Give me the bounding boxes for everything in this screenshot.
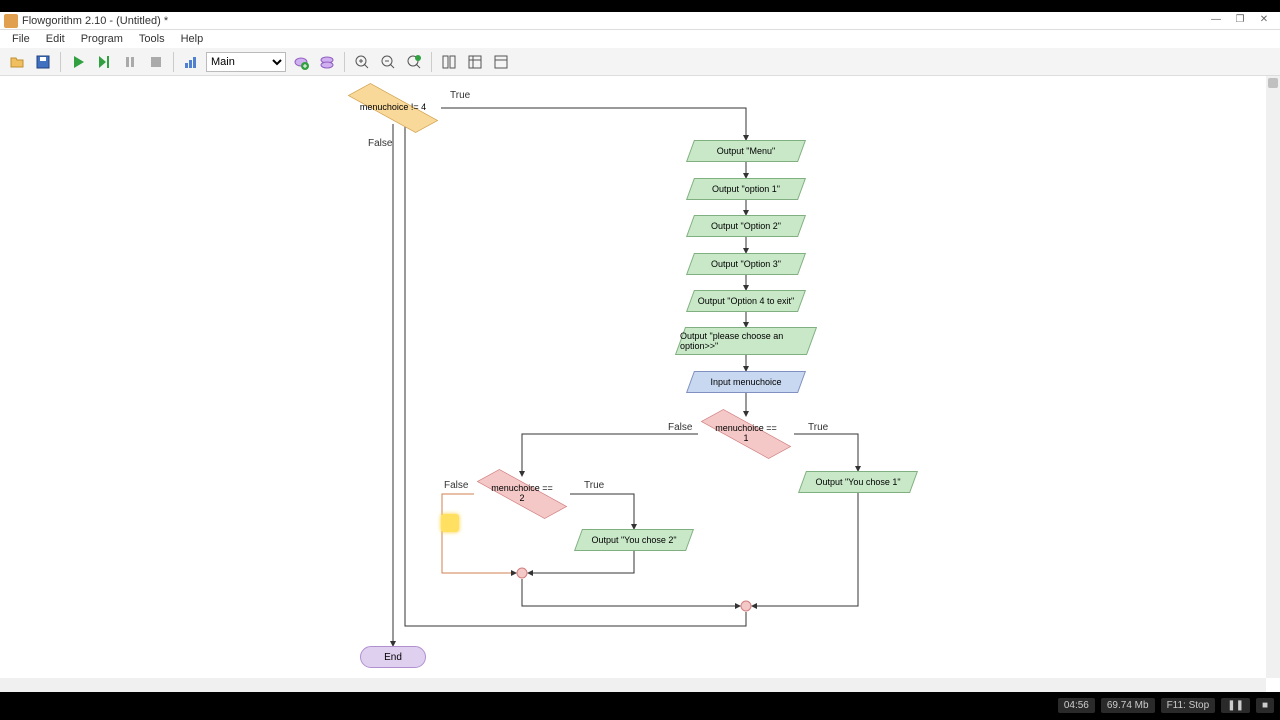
- zoom-in-button[interactable]: [351, 51, 373, 73]
- status-stop-icon[interactable]: ■: [1256, 698, 1274, 713]
- close-button[interactable]: ✕: [1252, 14, 1276, 28]
- menubar: File Edit Program Tools Help: [0, 30, 1280, 48]
- add-function-button[interactable]: [290, 51, 312, 73]
- menu-tools[interactable]: Tools: [131, 33, 173, 45]
- node-output-opt4[interactable]: Output "Option 4 to exit": [686, 290, 806, 312]
- toolbar-separator: [60, 52, 61, 72]
- node-output-chose2[interactable]: Output "You chose 2": [574, 529, 694, 551]
- save-button[interactable]: [32, 51, 54, 73]
- loop-condition[interactable]: menuchoice != 4: [345, 92, 441, 124]
- node-output-menu[interactable]: Output "Menu": [686, 140, 806, 162]
- run-button[interactable]: [67, 51, 89, 73]
- status-time: 04:56: [1058, 698, 1095, 713]
- status-record[interactable]: F11: Stop: [1161, 698, 1216, 713]
- pause-button[interactable]: [119, 51, 141, 73]
- status-memory: 69.74 Mb: [1101, 698, 1155, 713]
- console-button[interactable]: [490, 51, 512, 73]
- minimize-button[interactable]: —: [1204, 14, 1228, 28]
- layout-button[interactable]: [438, 51, 460, 73]
- node-end[interactable]: End: [360, 646, 426, 668]
- scrollbar-horizontal[interactable]: [0, 678, 1266, 692]
- decision-menuchoice-1[interactable]: menuchoice == 1: [698, 418, 794, 450]
- label-false: False: [444, 480, 468, 491]
- cursor-highlight: [441, 514, 459, 532]
- toolbar-separator: [173, 52, 174, 72]
- zoom-fit-button[interactable]: [403, 51, 425, 73]
- step-button[interactable]: [93, 51, 115, 73]
- titlebar: Flowgorithm 2.10 - (Untitled) * — ❐ ✕: [0, 12, 1280, 30]
- decision-menuchoice-2[interactable]: menuchoice == 2: [474, 478, 570, 510]
- stop-button[interactable]: [145, 51, 167, 73]
- node-output-opt3[interactable]: Output "Option 3": [686, 253, 806, 275]
- maximize-button[interactable]: ❐: [1228, 14, 1252, 28]
- label-true: True: [808, 422, 828, 433]
- label-true: True: [450, 90, 470, 101]
- app-window: Flowgorithm 2.10 - (Untitled) * — ❐ ✕ Fi…: [0, 12, 1280, 692]
- node-input-menuchoice[interactable]: Input menuchoice: [686, 371, 806, 393]
- toolbar-separator: [344, 52, 345, 72]
- menu-file[interactable]: File: [4, 33, 38, 45]
- app-icon: [4, 14, 18, 28]
- label-false: False: [368, 138, 392, 149]
- speed-button[interactable]: [180, 51, 202, 73]
- variables-button[interactable]: [464, 51, 486, 73]
- recorder-status: 04:56 69.74 Mb F11: Stop ❚❚ ■: [1058, 698, 1274, 713]
- menu-edit[interactable]: Edit: [38, 33, 73, 45]
- label-false: False: [668, 422, 692, 433]
- node-output-chose1[interactable]: Output "You chose 1": [798, 471, 918, 493]
- toolbar-separator: [431, 52, 432, 72]
- window-title: Flowgorithm 2.10 - (Untitled) *: [22, 15, 1204, 27]
- label-true: True: [584, 480, 604, 491]
- manage-function-button[interactable]: [316, 51, 338, 73]
- function-select[interactable]: Main: [206, 52, 286, 72]
- toolbar: Main: [0, 48, 1280, 76]
- canvas[interactable]: menuchoice != 4 True False Output "Menu"…: [0, 76, 1280, 692]
- open-button[interactable]: [6, 51, 28, 73]
- node-output-opt1[interactable]: Output "option 1": [686, 178, 806, 200]
- zoom-out-button[interactable]: [377, 51, 399, 73]
- menu-program[interactable]: Program: [73, 33, 131, 45]
- node-output-opt2[interactable]: Output "Option 2": [686, 215, 806, 237]
- scrollbar-vertical[interactable]: [1266, 76, 1280, 678]
- flowchart-lines: [0, 76, 1264, 676]
- menu-help[interactable]: Help: [173, 33, 212, 45]
- node-output-prompt[interactable]: Output "please choose an option>>": [676, 327, 816, 355]
- status-pause-icon[interactable]: ❚❚: [1221, 698, 1250, 713]
